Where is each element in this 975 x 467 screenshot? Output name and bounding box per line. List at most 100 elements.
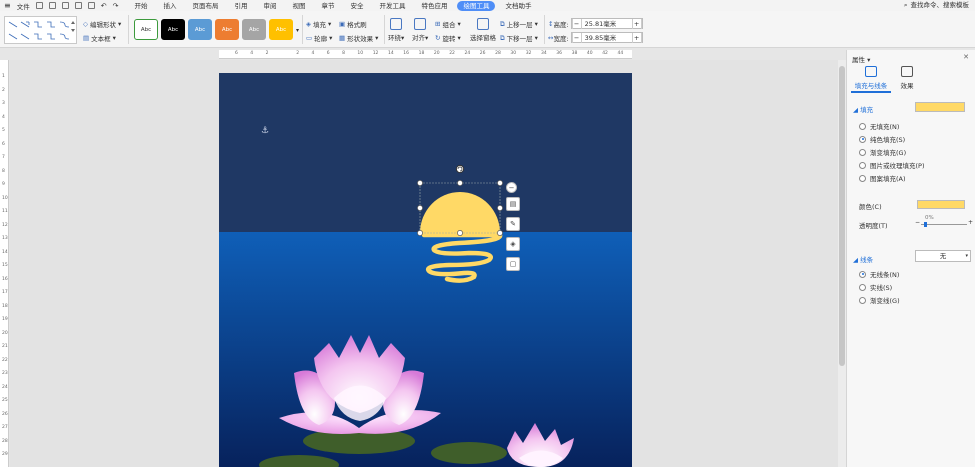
tab-7[interactable]: 安全: [342, 1, 371, 11]
format-painter-button[interactable]: ▣ 格式刷: [339, 19, 367, 29]
shape-style-swatch[interactable]: Abc: [242, 19, 266, 40]
tab-fill-and-line[interactable]: 填充与线条: [851, 66, 891, 90]
shape-style-swatch[interactable]: Abc: [215, 19, 239, 40]
tab-5[interactable]: 视图: [284, 1, 313, 11]
bring-forward-button[interactable]: ⧉ 上移一层 ▾: [500, 19, 538, 30]
width-decrease-button[interactable]: −: [571, 32, 582, 43]
radio-button[interactable]: [859, 174, 866, 182]
height-increase-button[interactable]: +: [631, 18, 642, 29]
document-page[interactable]: ⚓: [219, 73, 632, 467]
line-style-dropdown[interactable]: 无 ▾: [915, 250, 971, 262]
radio-option[interactable]: 无线条(N): [859, 269, 899, 279]
radio-label: 无线条(N): [870, 271, 900, 279]
fill-bucket-icon[interactable]: ◈: [506, 237, 520, 251]
layout-options-icon[interactable]: ▤: [506, 197, 520, 211]
outline-pen-icon[interactable]: ✎: [506, 217, 520, 231]
radio-option[interactable]: 渐变填充(G): [859, 147, 906, 157]
open-folder-icon[interactable]: [48, 2, 56, 9]
search-label: 查找命令、搜索模板: [910, 1, 970, 9]
tab-2[interactable]: 页面布局: [184, 1, 226, 11]
align-button[interactable]: 对齐▾: [412, 18, 428, 42]
command-search[interactable]: ⌕ 查找命令、搜索模板: [904, 0, 969, 11]
vertical-scrollbar[interactable]: [838, 60, 846, 467]
scrollbar-thumb[interactable]: [839, 66, 845, 366]
slider-handle[interactable]: [924, 222, 927, 227]
tab-6[interactable]: 章节: [313, 1, 342, 11]
line-section-header[interactable]: ◢ 线条: [853, 254, 873, 264]
radio-option[interactable]: 渐变线(G): [859, 295, 900, 305]
group-button[interactable]: ⊞ 组合 ▾: [435, 19, 461, 29]
lily-pad: [431, 442, 507, 464]
print-icon[interactable]: [74, 2, 82, 9]
tab-1[interactable]: 插入: [155, 1, 184, 11]
radio-button[interactable]: [859, 270, 866, 278]
radio-option[interactable]: 图片或纹理填充(P): [859, 160, 925, 170]
radio-button[interactable]: [859, 135, 866, 143]
shape-style-swatch[interactable]: Abc: [188, 19, 212, 40]
ruler-tick-label: 6: [235, 51, 238, 56]
radio-button[interactable]: [859, 148, 866, 156]
send-backward-icon: ⧉: [500, 33, 505, 42]
rotate-handle-icon[interactable]: [455, 164, 465, 174]
vertical-ruler[interactable]: 1 2 3 4 5 6 7 8 9 10 11 12 13 14 15 16 17 18 19 20 21 22 23 24 2…: [0, 60, 9, 467]
transparency-value: 0%: [925, 215, 934, 221]
connector-gallery[interactable]: [4, 16, 77, 44]
new-document-icon[interactable]: [35, 2, 43, 9]
color-label: 颜色(C): [859, 203, 882, 211]
search-icon: ⌕: [903, 1, 908, 9]
radio-button[interactable]: [859, 122, 866, 130]
menu-icon[interactable]: ≡: [4, 1, 11, 10]
tab-effects[interactable]: 效果: [887, 66, 927, 90]
selection-pane-button[interactable]: 选择窗格: [470, 18, 496, 42]
radio-label: 图案填充(A): [870, 175, 906, 183]
rotate-button[interactable]: ↻ 旋转 ▾: [435, 33, 461, 43]
radio-option[interactable]: 纯色填充(S): [859, 134, 905, 144]
radio-button[interactable]: [859, 296, 866, 304]
radio-label: 纯色填充(S): [870, 136, 906, 144]
minus-icon[interactable]: −: [915, 219, 920, 226]
radio-option[interactable]: 实线(S): [859, 282, 892, 292]
tab-3[interactable]: 引用: [226, 1, 255, 11]
tab-8[interactable]: 开发工具: [371, 1, 413, 11]
fill-color-dropdown[interactable]: [915, 102, 965, 112]
width-input[interactable]: 39.85毫米: [582, 33, 632, 43]
fill-button[interactable]: ◈ 填充 ▾: [306, 19, 331, 29]
width-increase-button[interactable]: +: [631, 32, 642, 43]
tab-10[interactable]: 绘图工具: [457, 0, 496, 11]
shape-effects-button[interactable]: ▦ 形状效果 ▾: [339, 33, 378, 43]
panel-close-icon[interactable]: ✕: [963, 53, 969, 61]
shape-style-swatch[interactable]: Abc: [269, 19, 293, 40]
radio-button[interactable]: [859, 161, 866, 169]
plus-icon[interactable]: +: [968, 219, 973, 226]
radio-option[interactable]: 无填充(N): [859, 121, 899, 131]
collapse-icon[interactable]: −: [506, 182, 517, 193]
height-input[interactable]: 25.81毫米: [582, 19, 632, 29]
text-box-button[interactable]: ▤ 文本框 ▾: [83, 33, 116, 43]
file-menu[interactable]: 文件: [17, 1, 30, 11]
shape-style-swatch[interactable]: Abc: [134, 19, 158, 40]
transparency-slider[interactable]: 0% − +: [915, 215, 973, 229]
edit-shape-button[interactable]: ◇ 编辑形状 ▾: [83, 19, 121, 29]
wrap-text-button[interactable]: 环绕▾: [388, 18, 404, 42]
outline-button[interactable]: ▭ 轮廓 ▾: [306, 33, 332, 43]
tab-0[interactable]: 开始: [126, 1, 155, 11]
rotate-icon: ↻: [435, 34, 441, 42]
radio-option[interactable]: 图案填充(A): [859, 173, 906, 183]
undo-icon[interactable]: ↶: [101, 2, 107, 10]
horizontal-ruler[interactable]: 6 4 2 2 4 6 8 10 12 14 16 18 20 22 24 26 28 30 32 34 36 38 40 4…: [219, 50, 632, 59]
fill-section-header[interactable]: ◢ 填充: [853, 104, 873, 114]
tab-11[interactable]: 文档助手: [497, 1, 539, 11]
style-gallery-more-icon[interactable]: ▾: [296, 27, 299, 34]
shape-style-swatch[interactable]: Abc: [161, 19, 185, 40]
radio-button[interactable]: [859, 283, 866, 291]
print-preview-icon[interactable]: [87, 2, 95, 9]
tab-9[interactable]: 特色应用: [413, 1, 455, 11]
redo-icon[interactable]: ↷: [113, 2, 119, 10]
send-backward-button[interactable]: ⧉ 下移一层 ▾: [500, 33, 538, 44]
crop-icon[interactable]: ▢: [506, 257, 520, 271]
tab-4[interactable]: 审阅: [255, 1, 284, 11]
save-icon[interactable]: [61, 2, 69, 9]
color-picker[interactable]: [917, 200, 965, 209]
separator: [544, 15, 545, 44]
height-decrease-button[interactable]: −: [571, 18, 582, 29]
